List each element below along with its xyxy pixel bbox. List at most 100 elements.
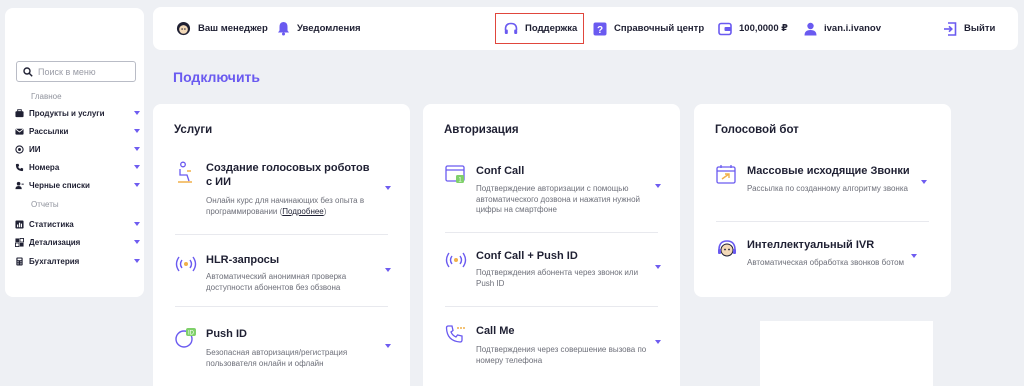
search-input-wrapper[interactable] bbox=[16, 61, 136, 82]
chevron-down-icon[interactable] bbox=[134, 222, 140, 226]
user-block-icon bbox=[15, 181, 24, 190]
chevron-down-icon[interactable] bbox=[655, 340, 661, 344]
divider bbox=[716, 221, 929, 222]
chevron-down-icon[interactable] bbox=[655, 184, 661, 188]
details-icon bbox=[15, 237, 24, 247]
sidebar-item-label: Рассылки bbox=[29, 126, 69, 136]
sidebar-item-numbers[interactable]: Номера bbox=[15, 160, 140, 174]
sidebar-item-blacklists[interactable]: Черные списки bbox=[15, 178, 140, 192]
placeholder-card bbox=[760, 321, 933, 386]
search-icon bbox=[23, 66, 33, 77]
menu-group-reports: Отчеты bbox=[31, 200, 59, 209]
card-title: Авторизация bbox=[444, 124, 519, 136]
help-icon: ? bbox=[593, 22, 607, 36]
svg-text:ID: ID bbox=[188, 331, 195, 337]
divider bbox=[445, 306, 658, 307]
service-voice-robots[interactable]: Создание голосовых роботов с ИИ Онлайн к… bbox=[175, 161, 400, 221]
headset-icon bbox=[504, 22, 518, 34]
chevron-down-icon[interactable] bbox=[134, 183, 140, 187]
service-description: Подтверждения абонента через звонок или … bbox=[476, 268, 639, 288]
user-menu[interactable]: ivan.i.ivanov bbox=[804, 7, 881, 50]
chevron-down-icon[interactable] bbox=[134, 240, 140, 244]
chevron-down-icon[interactable] bbox=[134, 129, 140, 133]
chevron-down-icon[interactable] bbox=[385, 268, 391, 272]
manager-icon bbox=[176, 21, 191, 36]
service-push-id[interactable]: ID Push ID Безопасная авторизация/регист… bbox=[175, 327, 400, 368]
chevron-down-icon[interactable] bbox=[385, 186, 391, 190]
sidebar-item-label: Продукты и услуги bbox=[29, 108, 105, 118]
support-link[interactable]: Поддержка bbox=[504, 7, 577, 50]
sidebar-item-ai[interactable]: ИИ bbox=[15, 142, 140, 156]
service-conf-call-push-id[interactable]: Conf Call + Push ID Подтверждения абонен… bbox=[445, 249, 670, 289]
calendar-arrow-icon bbox=[716, 165, 736, 184]
service-description: Подтверждение авторизации с помощью авто… bbox=[476, 184, 640, 214]
mail-icon bbox=[15, 127, 24, 136]
statistics-icon bbox=[15, 219, 24, 229]
logout-icon bbox=[944, 21, 957, 36]
top-bar: Ваш менеджер Уведомления Поддержка ? Спр… bbox=[153, 7, 1018, 50]
service-conf-call[interactable]: 1 Conf Call Подтверждение авторизации с … bbox=[445, 164, 670, 219]
service-title: Массовые исходящие Звонки bbox=[747, 165, 910, 177]
chevron-down-icon[interactable] bbox=[385, 344, 391, 348]
authorization-card: Авторизация 1 Conf Call Подтверждение ав… bbox=[423, 104, 680, 386]
sidebar-item-label: Статистика bbox=[29, 219, 74, 229]
service-title: Push ID bbox=[206, 328, 247, 340]
sidebar-item-label: Номера bbox=[29, 162, 60, 172]
sidebar-item-details[interactable]: Детализация bbox=[15, 235, 140, 249]
sidebar-item-label: ИИ bbox=[29, 144, 41, 154]
sidebar-item-products[interactable]: Продукты и услуги bbox=[15, 106, 140, 120]
voice-bot-card: Голосовой бот Массовые исходящие Звонки … bbox=[694, 104, 951, 297]
sidebar-item-label: Бухгалтерия bbox=[29, 256, 80, 266]
page-title: Подключить bbox=[173, 69, 261, 85]
sidebar-item-mailings[interactable]: Рассылки bbox=[15, 124, 140, 138]
card-title: Голосовой бот bbox=[715, 124, 799, 136]
signal-icon bbox=[175, 256, 197, 272]
card-title: Услуги bbox=[174, 124, 213, 136]
service-mass-calls[interactable]: Массовые исходящие Звонки Рассылка по со… bbox=[716, 164, 941, 209]
service-title: Создание голосовых роботов с ИИ bbox=[206, 162, 370, 188]
browser-window-icon: 1 bbox=[445, 165, 465, 184]
manager-link[interactable]: Ваш менеджер bbox=[176, 7, 268, 50]
sidebar-item-label: Черные списки bbox=[29, 180, 90, 190]
chevron-down-icon[interactable] bbox=[134, 165, 140, 169]
notifications-link[interactable]: Уведомления bbox=[277, 7, 361, 50]
service-description: Автоматический анонимная проверка доступ… bbox=[206, 272, 347, 292]
chevron-down-icon[interactable] bbox=[134, 259, 140, 263]
chevron-down-icon[interactable] bbox=[655, 265, 661, 269]
service-title: HLR-запросы bbox=[206, 254, 280, 266]
chevron-down-icon[interactable] bbox=[921, 180, 927, 184]
balance-link[interactable]: 100,0000 ₽ bbox=[718, 7, 788, 50]
user-icon bbox=[804, 22, 817, 35]
services-card: Услуги Создание голосовых роботов с ИИ О… bbox=[153, 104, 410, 386]
svg-text:?: ? bbox=[597, 25, 603, 36]
chevron-down-icon[interactable] bbox=[134, 147, 140, 151]
sidebar-item-accounting[interactable]: Бухгалтерия bbox=[15, 254, 140, 268]
service-description: Автоматическая обработка звонков ботом bbox=[747, 258, 905, 267]
sidebar: Главное Продукты и услуги Рассылки ИИ Но… bbox=[5, 8, 144, 297]
service-title: Call Me bbox=[476, 325, 515, 337]
ai-icon bbox=[15, 144, 24, 154]
phone-icon bbox=[15, 163, 24, 172]
service-description: Рассылка по созданному алгоритму звонка bbox=[747, 184, 908, 193]
service-hlr[interactable]: HLR-запросы Автоматический анонимная про… bbox=[175, 253, 400, 293]
help-center-link[interactable]: ? Справочный центр bbox=[593, 7, 704, 50]
chevron-down-icon[interactable] bbox=[911, 254, 917, 258]
bell-icon bbox=[278, 22, 289, 36]
more-link[interactable]: Подробнее bbox=[282, 207, 324, 216]
bot-headset-icon bbox=[718, 240, 736, 257]
chevron-down-icon[interactable] bbox=[134, 111, 140, 115]
logout-button[interactable]: Выйти bbox=[943, 7, 995, 50]
service-ivr[interactable]: Интеллектуальный IVR Автоматическая обра… bbox=[716, 238, 941, 278]
menu-group-main: Главное bbox=[31, 92, 62, 101]
wallet-icon bbox=[718, 22, 732, 35]
sidebar-item-label: Детализация bbox=[29, 237, 81, 247]
divider bbox=[445, 232, 658, 233]
divider bbox=[175, 234, 388, 235]
sidebar-item-statistics[interactable]: Статистика bbox=[15, 217, 140, 231]
service-call-me[interactable]: Call Me Подтверждения через совершение в… bbox=[445, 324, 670, 365]
push-id-icon: ID bbox=[175, 328, 196, 348]
service-description: Онлайн курс для начинающих без опыта в п… bbox=[206, 196, 365, 216]
service-title: Conf Call bbox=[476, 165, 525, 177]
search-input[interactable] bbox=[38, 66, 128, 77]
briefcase-icon bbox=[15, 108, 24, 118]
